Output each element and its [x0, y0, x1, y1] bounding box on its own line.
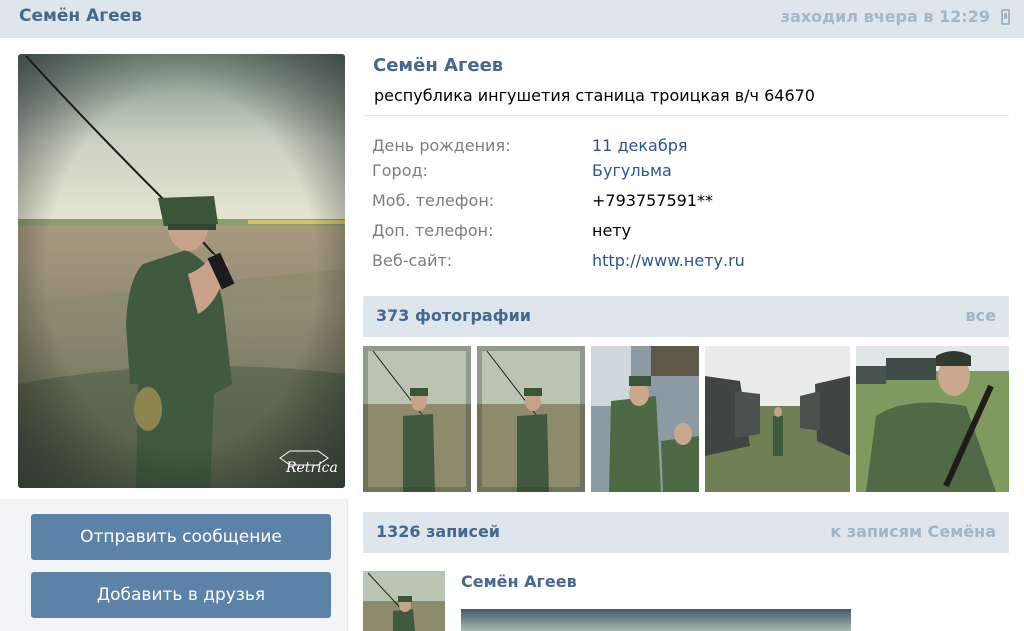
city-link[interactable]: Бугульма — [592, 161, 672, 180]
website-link[interactable]: http://www.нету.ru — [592, 251, 745, 270]
birthday-link[interactable]: 11 декабря — [592, 136, 687, 155]
photos-count-title[interactable]: 373 фотографии — [376, 306, 531, 325]
info-label: Доп. телефон: — [372, 221, 494, 240]
profile-header-bar: Семён Агеев заходил вчера в 12:29 — [0, 0, 1024, 38]
info-label: Веб-сайт: — [372, 251, 453, 270]
photos-all-link[interactable]: все — [966, 306, 996, 325]
info-label: Город: — [372, 161, 428, 180]
post-author-avatar[interactable] — [363, 571, 445, 631]
wall-count-title[interactable]: 1326 записей — [376, 522, 500, 541]
profile-status: республика ингушетия станица троицкая в/… — [374, 86, 815, 105]
left-column: Retrica Отправить сообщение Добавить в д… — [0, 38, 348, 631]
send-message-button[interactable]: Отправить сообщение — [31, 514, 331, 560]
info-divider — [363, 115, 1009, 116]
info-label: Моб. телефон: — [372, 191, 495, 210]
wall-posts-link[interactable]: к записям Семёна — [830, 522, 996, 541]
mobile-phone-value: +793757591** — [592, 191, 714, 210]
avatar-watermark: Retrica — [285, 460, 338, 476]
photos-section-header[interactable]: 373 фотографии все — [363, 296, 1009, 337]
photo-thumb-4[interactable] — [705, 346, 850, 492]
avatar-photo: Retrica — [18, 54, 345, 488]
profile-name: Семён Агеев — [373, 55, 504, 76]
photo-thumb-2[interactable] — [477, 346, 585, 492]
profile-avatar[interactable]: Retrica — [18, 54, 345, 488]
wall-section-header[interactable]: 1326 записей к записям Семёна — [363, 512, 1009, 553]
photo-thumb-5[interactable] — [856, 346, 1009, 492]
photo-thumb-1[interactable] — [363, 346, 471, 492]
post-image[interactable] — [461, 609, 851, 631]
photo-thumb-3[interactable] — [591, 346, 699, 492]
header-user-name[interactable]: Семён Агеев — [19, 6, 142, 26]
last-seen-text: заходил вчера в 12:29 — [780, 7, 990, 26]
info-label: День рождения: — [372, 136, 511, 155]
post-author-name[interactable]: Семён Агеев — [461, 572, 577, 591]
extra-phone-value: нету — [592, 221, 632, 240]
add-friend-button[interactable]: Добавить в друзья — [31, 572, 331, 618]
mobile-phone-icon — [1001, 9, 1010, 25]
